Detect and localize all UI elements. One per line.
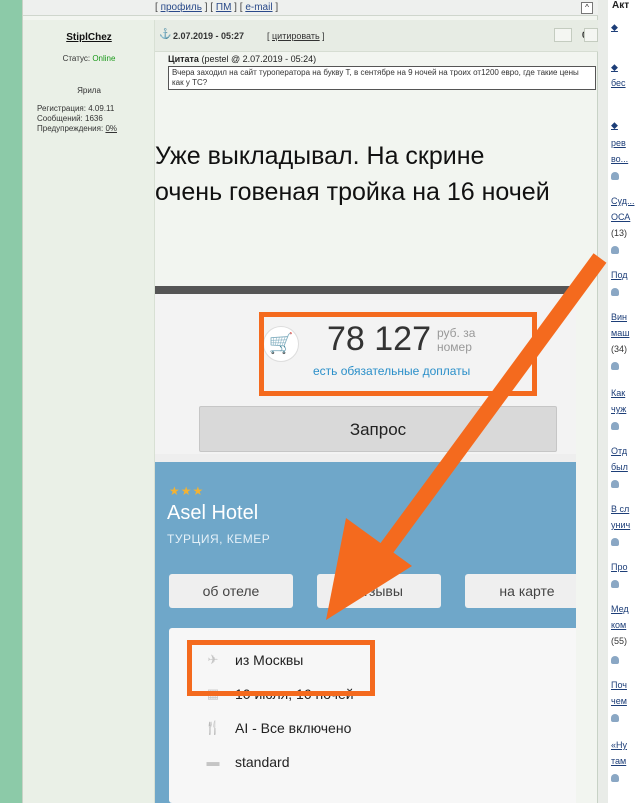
screenshot-status-bar bbox=[155, 286, 576, 294]
price-highlight-box bbox=[259, 312, 537, 396]
request-button: Запрос bbox=[199, 406, 557, 452]
rating-down-icon[interactable] bbox=[554, 28, 572, 42]
post-date: 2.07.2019 - 05:27 bbox=[173, 31, 245, 41]
embedded-screenshot[interactable]: 🛒 78 127 руб. за номер есть обязательные… bbox=[155, 286, 576, 803]
registration-date: Регистрация: 4.09.11 bbox=[37, 104, 115, 113]
sidebar-topic-link[interactable]: В сл bbox=[611, 504, 629, 514]
rating-up-icon[interactable] bbox=[584, 28, 598, 42]
user-icon bbox=[611, 656, 619, 664]
post-header: ⚓ 2.07.2019 - 05:27 [ цитировать ] 0 bbox=[155, 20, 598, 52]
hotel-location: ТУРЦИЯ, КЕМЕР bbox=[167, 532, 271, 546]
user-icon bbox=[611, 362, 619, 370]
user-icon bbox=[611, 172, 619, 180]
user-icon bbox=[611, 246, 619, 254]
sidebar-heading: Акт bbox=[612, 0, 630, 11]
post-text: Уже выкладывал. На скрине очень говеная … bbox=[155, 142, 550, 206]
sidebar-topic-link[interactable]: там bbox=[611, 756, 626, 766]
sidebar-topic-link[interactable]: бес bbox=[611, 78, 626, 88]
author-rank: Ярила bbox=[77, 86, 101, 95]
tab-map: на карте bbox=[465, 574, 576, 608]
topic-count: (34) bbox=[611, 344, 628, 354]
author-name[interactable]: StiplChez bbox=[23, 32, 155, 43]
tab-reviews: отзывы bbox=[317, 574, 441, 608]
sidebar-topic-link[interactable]: был bbox=[611, 462, 628, 472]
warnings: Предупреждения: 0% bbox=[37, 124, 117, 133]
contact-links: [ профиль ] [ ПМ ] [ e-mail ] bbox=[155, 2, 279, 13]
profile-link[interactable]: профиль bbox=[161, 2, 202, 13]
quote-text: Вчера заходил на сайт туроператора на бу… bbox=[168, 66, 596, 90]
user-icon bbox=[611, 580, 619, 588]
user-icon bbox=[611, 422, 619, 430]
pm-link[interactable]: ПМ bbox=[216, 2, 232, 13]
topic-count: (13) bbox=[611, 228, 628, 238]
board-type: AI - Все включено bbox=[235, 720, 352, 736]
price-card: 🛒 78 127 руб. за номер есть обязательные… bbox=[155, 294, 576, 454]
anchor-icon[interactable]: ⚓ bbox=[159, 29, 171, 40]
user-icon bbox=[611, 288, 619, 296]
author-status: Статус: Online bbox=[62, 54, 116, 63]
user-icon bbox=[611, 480, 619, 488]
tour-details: ✈ из Москвы ▦ 10 июля, 16 ночей 🍴 AI - В… bbox=[169, 628, 576, 803]
sidebar-topic-link[interactable]: ◆ bbox=[611, 62, 618, 73]
room-type: standard bbox=[235, 754, 290, 770]
post-top-links: [ профиль ] [ ПМ ] [ e-mail ] ^ bbox=[23, 0, 599, 16]
user-icon bbox=[611, 714, 619, 722]
user-icon bbox=[611, 538, 619, 546]
sidebar-topic-link[interactable]: ◆ bbox=[611, 22, 618, 33]
sidebar-topic-link[interactable]: чуж bbox=[611, 404, 626, 414]
user-icon bbox=[611, 774, 619, 782]
author-stats: Регистрация: 4.09.11 Сообщений: 1636 Пре… bbox=[37, 104, 117, 134]
sidebar-topic-link[interactable]: Под bbox=[611, 270, 628, 280]
author-panel: StiplChez Статус: Online Ярила Регистрац… bbox=[23, 20, 155, 803]
sidebar-topic-link[interactable]: Про bbox=[611, 562, 627, 572]
cutlery-icon: 🍴 bbox=[204, 720, 222, 735]
sidebar-topic-link[interactable]: Мед bbox=[611, 604, 629, 614]
sidebar-topic-link[interactable]: «Ну bbox=[611, 740, 627, 750]
active-topics-sidebar: Акт ◆ ◆ бес ◆ рев во... Суд... ОСА (13) … bbox=[608, 0, 640, 803]
online-badge: Online bbox=[92, 54, 116, 63]
message-count: Сообщений: 1636 bbox=[37, 114, 103, 123]
quoted-message: Цитата (pestel @ 2.07.2019 - 05:24) Вчер… bbox=[168, 54, 596, 90]
quote-button[interactable]: [ цитировать ] bbox=[267, 31, 325, 41]
bed-icon: ▬ bbox=[206, 754, 220, 769]
hotel-stars: ★★★ bbox=[169, 484, 205, 498]
sidebar-topic-link[interactable]: ОСА bbox=[611, 212, 630, 222]
departure-highlight-box bbox=[187, 640, 375, 696]
sidebar-topic-link[interactable]: унич bbox=[611, 520, 630, 530]
quote-title: Цитата (pestel @ 2.07.2019 - 05:24) bbox=[168, 54, 317, 64]
sidebar-topic-link[interactable]: Отд bbox=[611, 446, 627, 456]
tab-about-hotel: об отеле bbox=[169, 574, 293, 608]
sidebar-topic-link[interactable]: Поч bbox=[611, 680, 627, 690]
sidebar-topic-link[interactable]: ком bbox=[611, 620, 626, 630]
sidebar-topic-link[interactable]: чем bbox=[611, 696, 627, 706]
sidebar-topic-link[interactable]: рев bbox=[611, 138, 626, 148]
topic-count: (55) bbox=[611, 636, 628, 646]
sidebar-topic-link[interactable]: ◆ bbox=[611, 120, 618, 131]
page-gutter bbox=[598, 0, 608, 803]
warnings-link[interactable]: 0% bbox=[105, 124, 117, 133]
email-link[interactable]: e-mail bbox=[245, 2, 272, 13]
scroll-top-button[interactable]: ^ bbox=[581, 2, 593, 14]
sidebar-topic-link[interactable]: Как bbox=[611, 388, 625, 398]
hotel-name: Asel Hotel bbox=[167, 502, 259, 524]
sidebar-topic-link[interactable]: Суд... bbox=[611, 196, 634, 206]
sidebar-topic-link[interactable]: маш bbox=[611, 328, 629, 338]
sidebar-topic-link[interactable]: Вин bbox=[611, 312, 627, 322]
hotel-card: ★★★ Asel Hotel ТУРЦИЯ, КЕМЕР об отеле от… bbox=[155, 462, 576, 803]
sidebar-topic-link[interactable]: во... bbox=[611, 154, 628, 164]
